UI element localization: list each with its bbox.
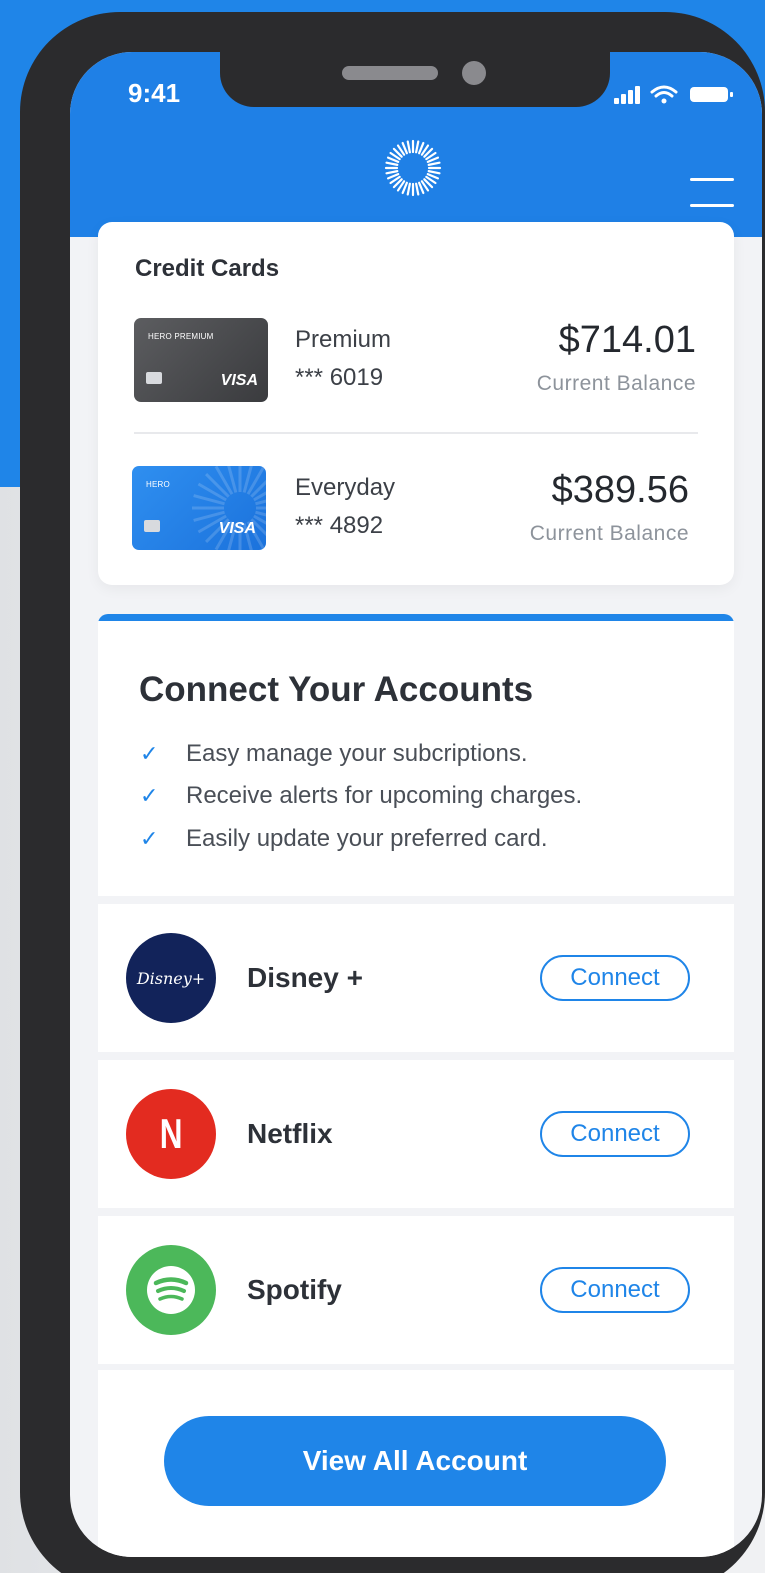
accent-bar [98, 614, 734, 621]
chip-icon [144, 520, 160, 532]
card-balance: $389.56 [551, 469, 689, 511]
service-name: Netflix [247, 1118, 333, 1149]
netflix-logo-icon: N [126, 1089, 216, 1179]
credit-cards-title: Credit Cards [135, 255, 280, 282]
card-number: *** 6019 [295, 364, 384, 391]
card-balance-label: Current Balance [536, 372, 696, 395]
phone-frame: 9:41 Credit Cards HERO PREMIUM VISA Prem… [20, 12, 765, 1573]
status-icons [614, 85, 733, 104]
card-name: Premium [295, 326, 392, 353]
wifi-icon [650, 85, 678, 104]
divider [134, 432, 698, 434]
signal-icon [614, 86, 640, 104]
service-row-spotify: Spotify Connect [98, 1216, 734, 1364]
disney-plus-logo-icon: Disney+ [126, 933, 216, 1023]
benefit-item: ✓ Easily update your preferred card. [140, 825, 548, 853]
premium-card-image[interactable]: HERO PREMIUM VISA [134, 318, 268, 402]
connect-title: Connect Your Accounts [139, 670, 534, 709]
benefit-text: Easily update your preferred card. [186, 825, 548, 852]
check-icon: ✓ [140, 783, 159, 808]
benefit-item: ✓ Receive alerts for upcoming charges. [140, 782, 582, 810]
service-name: Spotify [247, 1274, 342, 1305]
card-brand: HERO PREMIUM [148, 332, 214, 341]
visa-logo: VISA [218, 520, 256, 537]
service-name: Disney + [247, 962, 363, 993]
card-number: *** 4892 [295, 512, 384, 539]
connect-netflix-button[interactable]: Connect [540, 1111, 690, 1157]
benefit-text: Receive alerts for upcoming charges. [186, 782, 583, 809]
check-icon: ✓ [140, 741, 159, 766]
battery-icon [690, 87, 733, 102]
check-icon: ✓ [140, 826, 159, 851]
card-balance: $714.01 [558, 319, 696, 361]
hamburger-menu-icon[interactable] [690, 178, 734, 208]
card-balance-label: Current Balance [529, 522, 689, 545]
visa-logo: VISA [220, 372, 258, 389]
benefit-text: Easy manage your subcriptions. [186, 740, 528, 767]
everyday-card-image[interactable]: HERO VISA [132, 466, 266, 550]
spotify-logo-icon [126, 1245, 216, 1335]
chip-icon [146, 372, 162, 384]
connect-accounts-panel: Connect Your Accounts ✓ Easy manage your … [98, 614, 734, 896]
camera [462, 61, 486, 85]
sunburst-logo-icon [384, 139, 442, 197]
view-all-account-button[interactable]: View All Account [164, 1416, 666, 1506]
credit-cards-panel: Credit Cards HERO PREMIUM VISA Premium *… [98, 222, 734, 585]
card-name: Everyday [295, 474, 396, 501]
speaker [342, 66, 438, 80]
status-time: 9:41 [128, 78, 181, 108]
connect-spotify-button[interactable]: Connect [540, 1267, 690, 1313]
phone-screen: 9:41 Credit Cards HERO PREMIUM VISA Prem… [70, 52, 762, 1557]
service-row-netflix: N Netflix Connect [98, 1060, 734, 1208]
phone-notch [220, 52, 610, 107]
connect-disney-button[interactable]: Connect [540, 955, 690, 1001]
service-row-disney: Disney+ Disney + Connect [98, 904, 734, 1052]
card-brand: HERO [146, 480, 170, 489]
benefit-item: ✓ Easy manage your subcriptions. [140, 740, 528, 768]
